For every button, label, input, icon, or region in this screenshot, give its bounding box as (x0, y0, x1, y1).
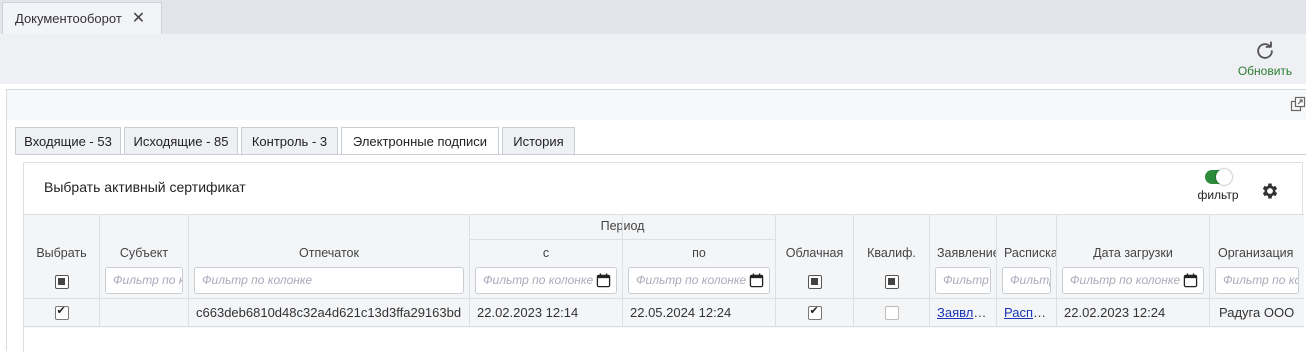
col-application: Заявление Фильтр по колонке (930, 215, 997, 298)
col-header-qualified[interactable]: Квалиф. (854, 246, 929, 260)
main-panel: Входящие - 53 Исходящие - 85 Контроль - … (6, 89, 1306, 353)
gear-icon[interactable] (1260, 181, 1280, 201)
col-header-thumbprint[interactable]: Отпечаток (189, 246, 469, 260)
calendar-icon[interactable] (596, 273, 611, 288)
application-link[interactable]: Заявление (937, 305, 996, 320)
cloud-checkbox (807, 304, 822, 320)
receipt-cell: Расписка (997, 299, 1057, 326)
app-tab-label: Документооборот (15, 11, 122, 26)
organization-filter-input[interactable]: Фильтр по колонке (1215, 267, 1299, 294)
to-filter-input[interactable]: Фильтр по колонке (628, 267, 770, 294)
from-filter-input[interactable]: Фильтр по колонке (475, 267, 617, 294)
refresh-button[interactable]: Обновить (1234, 38, 1296, 78)
col-header-application[interactable]: Заявление (930, 246, 996, 260)
col-header-select[interactable]: Выбрать (24, 246, 99, 260)
select-cell[interactable] (24, 299, 100, 326)
tab-control[interactable]: Контроль - 3 (241, 127, 338, 154)
subject-filter-input[interactable]: Фильтр по колонке (105, 267, 183, 294)
cloud-filter-checkbox[interactable] (807, 275, 822, 289)
panel-header (7, 90, 1306, 120)
filter-toggle[interactable]: фильтр (1196, 169, 1240, 202)
grid-empty-area (24, 328, 1304, 353)
refresh-icon (1257, 41, 1273, 59)
calendar-icon[interactable] (749, 273, 764, 288)
refresh-label: Обновить (1237, 64, 1293, 78)
col-cloud: Облачная (776, 215, 854, 298)
table-row[interactable]: c663deb6810d48c32a4d621c13d3ffa29163bd 2… (24, 298, 1304, 327)
upload-date-cell: 22.02.2023 12:24 (1057, 299, 1210, 326)
expand-icon[interactable] (1290, 96, 1306, 112)
tab-history[interactable]: История (502, 127, 575, 154)
col-qualified: Квалиф. (854, 215, 930, 298)
col-receipt: Расписка Фильтр по колонке (997, 215, 1057, 298)
col-header-from[interactable]: с (470, 246, 622, 260)
app-tabstrip: Документооборот ✕ (0, 0, 1306, 34)
tab-divider (15, 154, 1306, 155)
thumbprint-cell: c663deb6810d48c32a4d621c13d3ffa29163bd (189, 299, 470, 326)
receipt-filter-input[interactable]: Фильтр по колонке (1002, 267, 1051, 294)
qualified-cell (854, 299, 930, 326)
toggle-switch[interactable] (1205, 169, 1232, 185)
tab-e-signatures[interactable]: Электронные подписи (341, 127, 499, 155)
certificate-card: Выбрать активный сертификат фильтр Выбра… (23, 162, 1304, 353)
filter-toggle-label: фильтр (1197, 188, 1239, 202)
col-organization: Организация Фильтр по колонке (1210, 215, 1304, 298)
col-subject: Субъект Фильтр по колонке (100, 215, 189, 298)
receipt-link[interactable]: Расписка (1004, 305, 1056, 320)
col-header-organization[interactable]: Организация (1210, 246, 1304, 260)
application-filter-input[interactable]: Фильтр по колонке (935, 267, 991, 294)
application-cell: Заявление (930, 299, 997, 326)
col-upload-date: Дата загрузки Фильтр по колонке (1057, 215, 1210, 298)
upload-date-filter-placeholder: Фильтр по колонке (1070, 273, 1181, 287)
col-header-upload-date[interactable]: Дата загрузки (1057, 246, 1209, 260)
row-select-checkbox[interactable] (54, 304, 69, 320)
col-select: Выбрать (24, 215, 100, 298)
col-thumbprint: Отпечаток Фильтр по колонке (189, 215, 470, 298)
qualified-filter-checkbox[interactable] (884, 275, 899, 289)
tab-incoming[interactable]: Входящие - 53 (15, 127, 121, 154)
upload-date-filter-input[interactable]: Фильтр по колонке (1062, 267, 1204, 294)
select-all-checkbox[interactable] (54, 275, 69, 289)
app-tab-documents[interactable]: Документооборот ✕ (2, 2, 162, 34)
subject-cell (100, 299, 189, 326)
qualified-checkbox (884, 306, 899, 320)
to-filter-placeholder: Фильтр по колонке (636, 273, 747, 287)
certificate-grid: Выбрать Субъект Фильтр по колонке Отпеча… (24, 214, 1304, 353)
col-header-subject[interactable]: Субъект (100, 246, 188, 260)
calendar-icon[interactable] (1183, 273, 1198, 288)
tab-outgoing[interactable]: Исходящие - 85 (124, 127, 238, 154)
close-icon[interactable]: ✕ (132, 10, 145, 27)
card-title: Выбрать активный сертификат (44, 179, 246, 195)
thumbprint-filter-input[interactable]: Фильтр по колонке (194, 267, 464, 294)
col-header-to[interactable]: по (623, 246, 775, 260)
col-from: с Фильтр по колонке (470, 215, 623, 298)
cloud-cell (776, 299, 854, 326)
from-filter-placeholder: Фильтр по колонке (483, 273, 594, 287)
to-cell: 22.05.2024 12:24 (623, 299, 776, 326)
toolbar: Обновить (0, 34, 1306, 84)
col-header-receipt[interactable]: Расписка (997, 246, 1056, 260)
col-header-cloud[interactable]: Облачная (776, 246, 853, 260)
organization-cell: Радуга ООО (1219, 305, 1295, 320)
from-cell: 22.02.2023 12:14 (470, 299, 623, 326)
col-to: по Фильтр по колонке (623, 215, 776, 298)
